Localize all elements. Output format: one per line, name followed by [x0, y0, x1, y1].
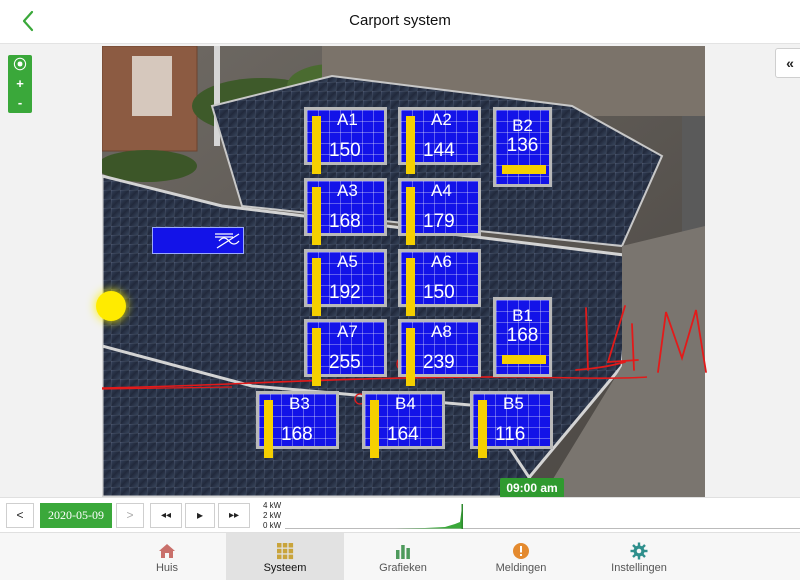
production-bar — [478, 400, 487, 458]
production-bar — [264, 400, 273, 458]
panel-id: A4 — [431, 181, 452, 200]
panel-value: 168 — [329, 211, 361, 232]
production-bar — [312, 187, 321, 245]
rewind-button[interactable]: ◂◂ — [150, 503, 182, 528]
production-bar — [406, 328, 415, 386]
production-bar — [312, 328, 321, 386]
panel-id: A6 — [431, 252, 452, 271]
bar-chart-icon — [396, 545, 410, 559]
panel-id: B5 — [503, 394, 524, 413]
nav-item-grafieken[interactable]: Grafieken — [344, 533, 462, 580]
solar-panel-a4[interactable]: A4 179 — [398, 178, 481, 245]
house-icon — [159, 544, 175, 558]
timeline-bar: < 2020-05-09 > ◂◂ ▸ ▸▸ 4 kW 2 kW 0 kW — [0, 497, 800, 533]
gear-icon — [630, 542, 648, 560]
map-controls: ⦿ + - — [8, 55, 32, 113]
panel-id: B3 — [289, 394, 310, 413]
production-bar — [312, 116, 321, 174]
production-bar — [502, 355, 546, 364]
alert-icon — [513, 543, 529, 559]
y-label-2kw: 2 kW — [263, 511, 282, 520]
y-label-0kw: 0 kW — [263, 521, 282, 530]
solar-panel-a8[interactable]: A8 239 — [398, 319, 481, 386]
solar-panel-b1[interactable]: B1 168 — [493, 297, 552, 377]
solar-panel-b4[interactable]: B4 164 — [362, 391, 445, 458]
panel-id: A3 — [337, 181, 358, 200]
panel-value: 192 — [329, 282, 361, 303]
locate-icon[interactable]: ⦿ — [8, 55, 32, 74]
zoom-in-button[interactable]: + — [8, 74, 32, 93]
production-bar — [406, 187, 415, 245]
app-header: Carport system — [0, 0, 800, 44]
panel-value: 144 — [423, 140, 455, 161]
panel-id: A7 — [337, 322, 358, 341]
panel-value: 168 — [506, 325, 539, 346]
annotation-label — [570, 300, 720, 385]
bottom-nav: Huis Systeem Grafieken Meldingen Instell… — [0, 533, 800, 580]
panel-id: A1 — [337, 110, 358, 129]
production-bar — [406, 116, 415, 174]
solar-panel-b5[interactable]: B5 116 — [470, 391, 553, 458]
solar-panel-a2[interactable]: A2 144 — [398, 107, 481, 174]
panel-value: 179 — [423, 211, 455, 232]
production-bar — [312, 258, 321, 316]
y-label-4kw: 4 kW — [263, 501, 282, 510]
panel-value: 150 — [423, 282, 455, 303]
zoom-out-button[interactable]: - — [8, 93, 32, 112]
production-bar — [406, 258, 415, 316]
solar-panel-b2[interactable]: B2 136 — [493, 107, 552, 187]
collapse-panel-button[interactable]: « — [775, 48, 800, 78]
solar-panel-a1[interactable]: A1 150 — [304, 107, 387, 174]
play-button[interactable]: ▸ — [185, 503, 215, 528]
panel-id: B2 — [512, 116, 533, 135]
panel-value: 168 — [281, 424, 313, 445]
panel-id: A8 — [431, 322, 452, 341]
inverter-icon — [215, 233, 240, 249]
panel-id: B4 — [395, 394, 416, 413]
date-picker-button[interactable]: 2020-05-09 — [40, 503, 112, 528]
solar-panel-a6[interactable]: A6 150 — [398, 249, 481, 316]
solar-panel-a7[interactable]: A7 255 — [304, 319, 387, 386]
production-bar — [502, 165, 546, 174]
sun-position-marker[interactable] — [96, 291, 126, 321]
panel-id: A2 — [431, 110, 452, 129]
nav-item-systeem[interactable]: Systeem — [226, 533, 344, 580]
fast-forward-button[interactable]: ▸▸ — [218, 503, 250, 528]
page-title: Carport system — [349, 12, 451, 29]
solar-panel-a3[interactable]: A3 168 — [304, 178, 387, 245]
panel-value: 255 — [329, 352, 361, 373]
time-badge: 09:00 am — [500, 478, 564, 498]
inverter[interactable] — [152, 227, 244, 254]
production-sparkline[interactable] — [285, 501, 800, 531]
handwritten-14m-icon — [575, 305, 707, 373]
prev-day-button[interactable]: < — [6, 503, 34, 528]
panel-value: 150 — [329, 140, 361, 161]
solar-panel-b3[interactable]: B3 168 — [256, 391, 339, 458]
solar-panel-a5[interactable]: A5 192 — [304, 249, 387, 316]
nav-item-meldingen[interactable]: Meldingen — [462, 533, 580, 580]
grid-icon — [277, 543, 294, 560]
panel-value: 164 — [387, 424, 419, 445]
production-bar — [370, 400, 379, 458]
panel-value: 116 — [495, 424, 526, 445]
nav-item-huis[interactable]: Huis — [108, 533, 226, 580]
panel-id: B1 — [512, 306, 533, 325]
next-day-button[interactable]: > — [116, 503, 144, 528]
nav-item-instellingen[interactable]: Instellingen — [580, 533, 698, 580]
panel-value: 136 — [506, 135, 539, 156]
panel-value: 239 — [423, 352, 455, 373]
panel-id: A5 — [337, 252, 358, 271]
